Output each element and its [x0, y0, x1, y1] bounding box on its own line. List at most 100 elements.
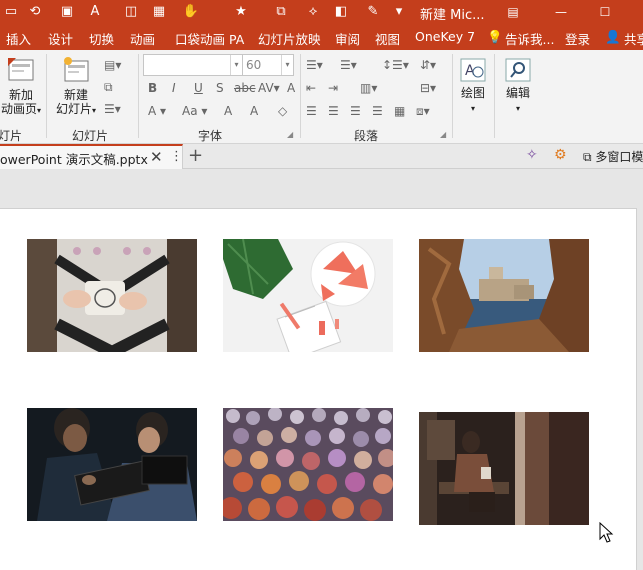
photo-castle-rocks[interactable] — [419, 239, 589, 352]
strikethrough-icon[interactable]: abc — [234, 81, 256, 95]
photo-subway-person[interactable] — [419, 412, 589, 525]
new-slide-icon — [64, 57, 89, 82]
more-icon[interactable]: ⋮ — [170, 149, 183, 164]
highlight-icon[interactable]: ◇ — [278, 104, 287, 118]
shape-icon[interactable]: ◫ — [122, 3, 140, 21]
font-dialog-launcher-icon[interactable]: ◢ — [287, 130, 293, 139]
format-painter-icon[interactable]: ⟡ — [304, 3, 322, 21]
justify-icon[interactable]: ☰ — [372, 104, 383, 118]
decrease-indent-icon[interactable]: ⇤ — [306, 81, 316, 95]
photo-two-people-tablet[interactable] — [27, 408, 197, 521]
tell-me-search[interactable]: 告诉我... — [505, 29, 554, 48]
star-icon[interactable]: ★ — [232, 3, 250, 21]
maximize-icon[interactable]: ☐ — [596, 3, 614, 21]
tab-animations[interactable]: 动画 — [130, 29, 155, 48]
undo-icon[interactable]: ⟲ — [26, 3, 44, 21]
multi-window-button[interactable]: ⧉ 多窗口模 — [583, 148, 643, 165]
bold-icon[interactable]: B — [148, 81, 157, 95]
draw-label: 绘图 — [460, 86, 485, 100]
pin-icon[interactable]: ✧ — [526, 147, 538, 163]
font-size-value: 60 — [246, 58, 262, 72]
text-direction-icon[interactable]: ⇵▾ — [420, 58, 436, 72]
hand-icon[interactable]: ✋ — [182, 3, 200, 21]
chevron-down-icon: ▾ — [281, 55, 293, 75]
new-animation-page-button[interactable]: 新加 动画页▾ — [0, 56, 44, 118]
document-tab-strip: owerPoint 演示文稿.pptx ✕ ⋮ + ✧ ⚙ ⧉ 多窗口模 — [0, 144, 643, 169]
multi-window-icon: ⧉ — [583, 150, 592, 164]
smartart-icon[interactable]: ⧈▾ — [416, 104, 430, 118]
separator — [452, 54, 453, 138]
picture-icon[interactable]: ▦ — [150, 3, 168, 21]
grow-font-icon[interactable]: A — [224, 104, 232, 118]
copy-icon[interactable]: ⧉ — [272, 3, 290, 21]
paragraph-dialog-launcher-icon[interactable]: ◢ — [440, 130, 446, 139]
tab-onekey[interactable]: OneKey 7 — [415, 29, 475, 44]
reset-icon[interactable]: ⧉ — [104, 80, 113, 94]
new-animation-line1: 新加 — [8, 88, 33, 102]
tab-slideshow[interactable]: 幻灯片放映 — [258, 29, 321, 48]
section-icon[interactable]: ☰▾ — [104, 102, 121, 116]
increase-indent-icon[interactable]: ⇥ — [328, 81, 338, 95]
align-center-icon[interactable]: ☰ — [328, 104, 339, 118]
draw-button[interactable]: A 绘图 ▾ — [455, 56, 491, 116]
separator — [494, 54, 495, 138]
mouse-cursor-icon — [599, 522, 614, 543]
new-slide-button[interactable]: 新建 幻灯片▾ — [52, 56, 100, 118]
italic-icon[interactable]: I — [172, 81, 176, 95]
login-link[interactable]: 登录 — [565, 29, 590, 48]
tab-design[interactable]: 设计 — [48, 29, 73, 48]
ribbon-display-icon[interactable]: ▤ — [504, 3, 522, 21]
share-button[interactable]: 共享 — [624, 29, 643, 48]
ribbon: 新加 动画页▾ 灯片 新建 幻灯片▾ ▤▾ ⧉ ☰▾ 幻灯片 ▾ 60 ▾ B … — [0, 50, 643, 144]
columns-icon[interactable]: ▥▾ — [360, 81, 377, 95]
separator — [300, 54, 301, 138]
shapes-icon[interactable]: ◧ — [332, 3, 350, 21]
underline-icon[interactable]: U — [194, 81, 203, 95]
align-right-icon[interactable]: ☰ — [350, 104, 361, 118]
window-title: 新建 Mic... — [420, 8, 485, 23]
chevron-down-icon: ▾ — [230, 55, 242, 75]
char-spacing-icon[interactable]: AV▾ — [258, 81, 280, 95]
new-slide-line1: 新建 — [63, 88, 88, 102]
tab-view[interactable]: 视图 — [375, 29, 400, 48]
lightbulb-icon: 💡 — [487, 29, 503, 44]
edit-label: 编辑 — [505, 86, 530, 100]
document-tab-name: owerPoint 演示文稿.pptx — [0, 152, 148, 167]
align-text-icon[interactable]: ⊟▾ — [420, 81, 436, 95]
customize-qa-icon[interactable]: ▾ — [390, 3, 408, 21]
user-icon[interactable]: 👤 — [605, 29, 621, 45]
present-icon[interactable]: ▣ — [58, 3, 76, 21]
numbering-icon[interactable]: ☰▾ — [340, 58, 357, 72]
tab-insert[interactable]: 插入 — [6, 29, 31, 48]
tab-pocket-animation[interactable]: 口袋动画 PA — [175, 29, 244, 48]
photo-bokeh-lights[interactable] — [223, 408, 393, 521]
photo-watermelon-notebook[interactable] — [223, 239, 393, 352]
slide[interactable] — [0, 208, 637, 570]
new-tab-icon[interactable]: + — [188, 145, 203, 166]
pen-icon[interactable]: ✎ — [364, 3, 382, 21]
save-icon[interactable]: ▭ — [2, 3, 20, 21]
align-left-icon[interactable]: ☰ — [306, 104, 317, 118]
document-tab[interactable]: owerPoint 演示文稿.pptx ✕ ⋮ — [0, 144, 183, 169]
minimize-icon[interactable]: — — [552, 3, 570, 21]
tab-review[interactable]: 审阅 — [335, 29, 360, 48]
distribute-icon[interactable]: ▦ — [394, 104, 405, 118]
font-size-combo[interactable]: 60 ▾ — [242, 54, 294, 76]
font-family-combo[interactable]: ▾ — [143, 54, 243, 76]
layout-icon[interactable]: ▤▾ — [104, 58, 121, 72]
settings-gear-icon[interactable]: ⚙ — [554, 147, 567, 163]
close-icon[interactable]: ✕ — [150, 148, 163, 166]
font-color-icon[interactable]: A ▾ — [148, 104, 166, 118]
font-size-change-icon[interactable]: Aa ▾ — [182, 104, 207, 118]
photo-sweater-mug[interactable] — [27, 239, 197, 352]
text-effect-icon[interactable]: A — [86, 3, 104, 21]
group-label-font: 字体 — [198, 129, 223, 143]
line-spacing-icon[interactable]: ↕☰▾ — [382, 58, 409, 72]
shrink-font-icon[interactable]: A — [250, 104, 258, 118]
edit-button[interactable]: 编辑 ▾ — [500, 56, 536, 116]
clear-format-icon[interactable]: A — [287, 81, 295, 95]
new-page-icon — [8, 58, 34, 81]
shadow-icon[interactable]: S — [216, 81, 224, 95]
tab-transitions[interactable]: 切换 — [89, 29, 114, 48]
bullets-icon[interactable]: ☰▾ — [306, 58, 323, 72]
